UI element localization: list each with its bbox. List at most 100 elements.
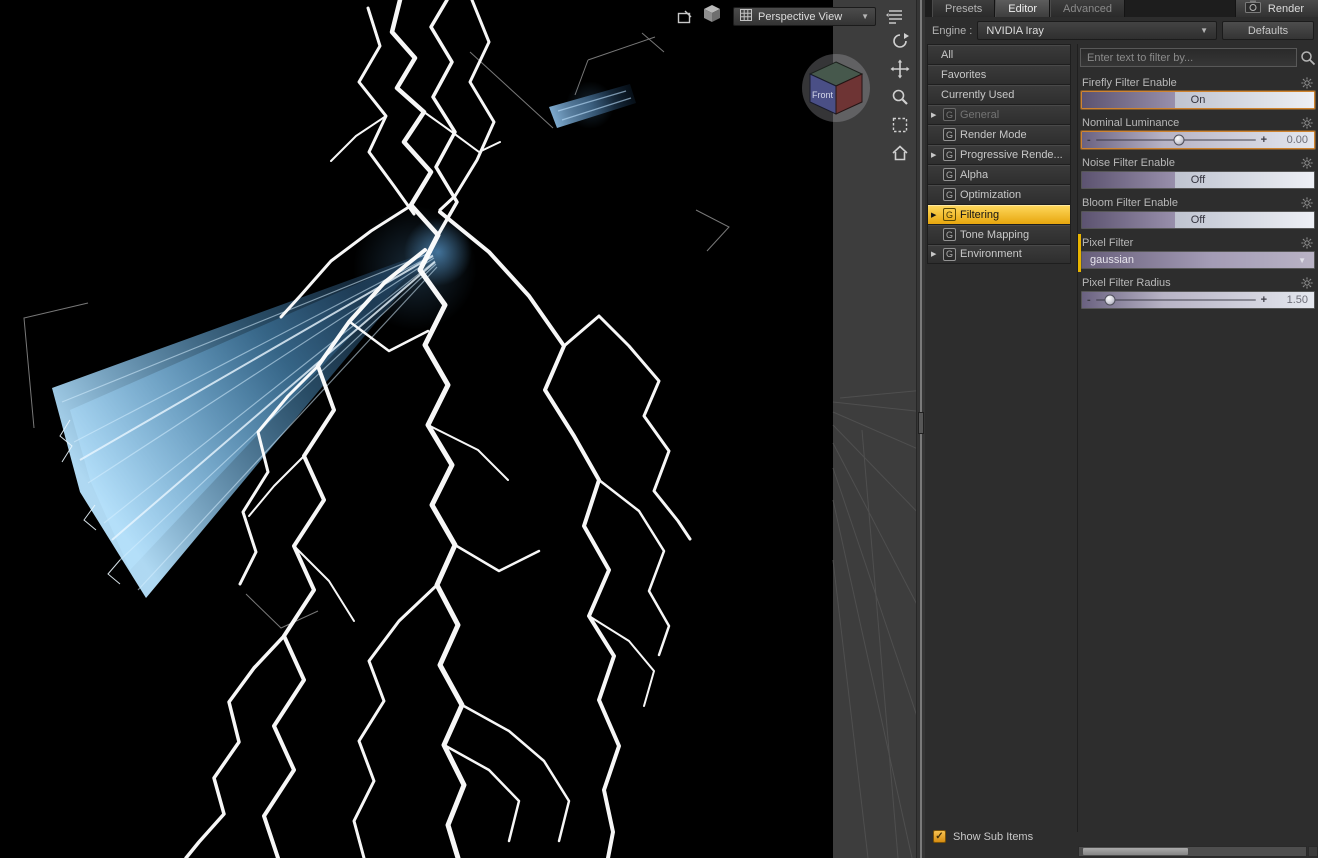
property-label: Firefly Filter Enable: [1082, 76, 1177, 89]
slider-nominal-luminance[interactable]: - +0.00: [1081, 131, 1315, 149]
render-button[interactable]: Render: [1234, 0, 1318, 17]
toggle-noise-filter-enable[interactable]: Off: [1081, 171, 1315, 189]
group-icon: G: [943, 168, 956, 181]
toggle-state-label: Off: [1190, 174, 1206, 186]
defaults-button[interactable]: Defaults: [1222, 21, 1314, 40]
property-label: Pixel Filter Radius: [1082, 276, 1171, 289]
category-label: Alpha: [960, 168, 989, 181]
property-bloom-filter-enable: Bloom Filter Enable Off: [1080, 194, 1316, 234]
slider-increment[interactable]: +: [1261, 294, 1267, 306]
property-nominal-luminance: Nominal Luminance - +0.00: [1080, 114, 1316, 154]
horizontal-scrollbar[interactable]: [1078, 846, 1307, 857]
gear-icon[interactable]: [1301, 236, 1313, 249]
gear-icon[interactable]: [1301, 276, 1313, 289]
tab-presets[interactable]: Presets: [932, 0, 996, 17]
group-icon: G: [943, 208, 956, 221]
group-icon: G: [943, 148, 956, 161]
daz-studio-window: Perspective View ▼ Front Presets Editor …: [0, 0, 1318, 858]
gear-icon[interactable]: [1301, 116, 1313, 129]
slider-decrement[interactable]: -: [1087, 134, 1091, 146]
scrollbar-corner: [1308, 846, 1318, 857]
category-general[interactable]: ▶ G General: [927, 104, 1071, 124]
category-label: General: [960, 108, 1000, 121]
group-icon: G: [943, 188, 956, 201]
property-label: Nominal Luminance: [1082, 116, 1180, 129]
category-favorites[interactable]: Favorites: [927, 64, 1071, 84]
property-pixel-filter-radius: Pixel Filter Radius - +1.50: [1080, 274, 1316, 314]
aim-home-icon[interactable]: [889, 142, 911, 164]
search-row: [1080, 48, 1316, 72]
search-icon[interactable]: [1300, 50, 1316, 69]
property-firefly-filter-enable: Firefly Filter Enable On: [1080, 74, 1316, 114]
slider-value: 1.50: [1286, 294, 1308, 306]
category-tone-mapping[interactable]: G Tone Mapping: [927, 224, 1071, 244]
gear-icon[interactable]: [1301, 196, 1313, 209]
show-sub-items-checkbox[interactable]: ✓: [933, 830, 946, 843]
category-label: Favorites: [941, 68, 987, 81]
category-render-mode[interactable]: G Render Mode: [927, 124, 1071, 144]
panel-tabbar: Presets Editor Advanced Render: [925, 0, 1318, 17]
expander-icon[interactable]: ▶: [931, 211, 936, 219]
properties-pane: Firefly Filter Enable On Nominal Luminance…: [1077, 44, 1318, 832]
tab-advanced[interactable]: Advanced: [1050, 0, 1125, 17]
expander-icon[interactable]: ▶: [931, 250, 936, 258]
category-label: Tone Mapping: [960, 228, 1030, 241]
category-filtering[interactable]: ▶ G Filtering: [927, 204, 1071, 224]
show-sub-items-label: Show Sub Items: [953, 830, 1034, 843]
slider-knob[interactable]: [1173, 134, 1185, 146]
category-label: Render Mode: [960, 128, 1027, 141]
slider-track[interactable]: [1096, 299, 1256, 301]
toggle-firefly-filter-enable[interactable]: On: [1081, 91, 1315, 109]
orientation-cube[interactable]: Front: [796, 50, 876, 126]
viewport-3d[interactable]: Perspective View ▼ Front: [0, 0, 925, 858]
view-selector-dropdown[interactable]: Perspective View ▼: [733, 7, 876, 26]
dropdown-pixel-filter[interactable]: gaussian ▼: [1081, 251, 1315, 269]
viewport-grid: [832, 389, 925, 858]
engine-select[interactable]: NVIDIA Iray ▼: [977, 21, 1217, 40]
category-alpha[interactable]: G Alpha: [927, 164, 1071, 184]
category-optimization[interactable]: G Optimization: [927, 184, 1071, 204]
property-label: Pixel Filter: [1082, 236, 1134, 249]
toggle-state-label: On: [1190, 94, 1206, 106]
toggle-bloom-filter-enable[interactable]: Off: [1081, 211, 1315, 229]
slider-decrement[interactable]: -: [1087, 294, 1091, 306]
pan-icon[interactable]: [889, 58, 911, 80]
zoom-icon[interactable]: [889, 86, 911, 108]
filter-search-input[interactable]: [1080, 48, 1297, 67]
tab-editor[interactable]: Editor: [995, 0, 1051, 17]
gear-icon[interactable]: [1301, 76, 1313, 89]
camera-cube-icon[interactable]: [701, 3, 723, 25]
expander-icon[interactable]: ▶: [931, 111, 936, 119]
category-label: Progressive Rende...: [960, 148, 1063, 161]
render-icon: [1244, 0, 1261, 17]
render-preview-icon[interactable]: [676, 8, 696, 28]
slider-knob[interactable]: [1104, 294, 1116, 306]
property-pixel-filter: Pixel Filter gaussian ▼: [1078, 234, 1316, 274]
scrollbar-thumb[interactable]: [1083, 848, 1188, 855]
category-label: Filtering: [960, 208, 1000, 221]
gear-icon[interactable]: [1301, 156, 1313, 169]
splitter-handle[interactable]: [918, 412, 924, 434]
frame-selection-icon[interactable]: [889, 114, 911, 136]
expander-icon[interactable]: ▶: [931, 151, 936, 159]
category-label: Optimization: [960, 188, 1022, 201]
pane-options-icon[interactable]: [885, 6, 905, 26]
pane-splitter[interactable]: [916, 0, 925, 858]
category-progressive-rende[interactable]: ▶ G Progressive Rende...: [927, 144, 1071, 164]
property-noise-filter-enable: Noise Filter Enable Off: [1080, 154, 1316, 194]
chevron-down-icon: ▼: [1200, 26, 1208, 35]
grid-view-icon: [740, 9, 752, 24]
dropdown-value: gaussian: [1090, 254, 1135, 266]
group-icon: G: [943, 228, 956, 241]
category-currently-used[interactable]: Currently Used: [927, 84, 1071, 104]
orbit-rotate-icon[interactable]: [889, 30, 911, 52]
chevron-down-icon: ▼: [861, 12, 869, 21]
category-environment[interactable]: ▶ G Environment: [927, 244, 1071, 264]
slider-pixel-filter-radius[interactable]: - +1.50: [1081, 291, 1315, 309]
scene-render[interactable]: [0, 0, 925, 858]
engine-value: NVIDIA Iray: [986, 24, 1044, 37]
category-all[interactable]: All: [927, 44, 1071, 64]
engine-label: Engine :: [932, 24, 973, 37]
slider-increment[interactable]: +: [1261, 134, 1267, 146]
slider-value: 0.00: [1286, 134, 1308, 146]
